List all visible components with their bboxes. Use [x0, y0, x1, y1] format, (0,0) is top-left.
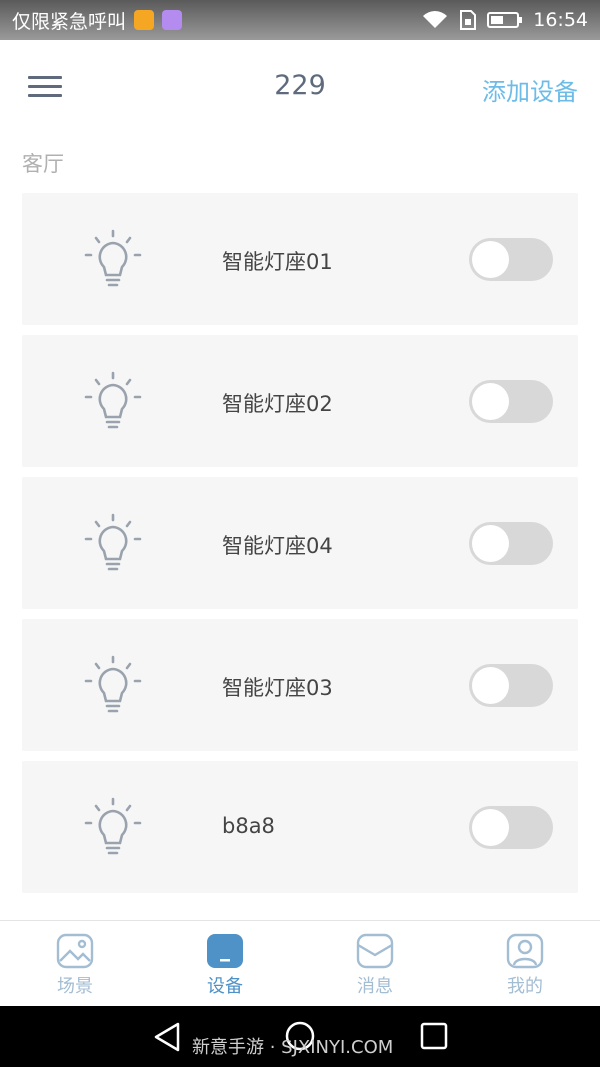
toggle-knob: [472, 241, 509, 278]
device-list: 智能灯座01 智能灯座02 智能灯座04 智能灯座03 b8a8: [22, 193, 578, 903]
device-card[interactable]: 智能灯座01: [22, 193, 578, 325]
carrier-text: 仅限紧急呼叫: [12, 10, 127, 33]
device-name: 智能灯座01: [222, 250, 333, 274]
tab-scene[interactable]: 场景: [0, 921, 150, 1006]
device-name: b8a8: [222, 814, 275, 838]
lightbulb-icon: [84, 229, 142, 287]
device-name: 智能灯座04: [222, 534, 333, 558]
device-card[interactable]: b8a8: [22, 761, 578, 893]
tab-device[interactable]: 设备: [150, 921, 300, 1006]
power-toggle[interactable]: [469, 522, 553, 565]
toggle-knob: [472, 809, 509, 846]
add-device-button[interactable]: 添加设备: [482, 72, 578, 107]
status-time: 16:54: [533, 9, 588, 31]
lightbulb-icon: [84, 797, 142, 855]
tab-message[interactable]: 消息: [300, 921, 450, 1006]
gallery-app-icon: [162, 10, 183, 30]
sim-icon: [460, 10, 477, 30]
power-toggle[interactable]: [469, 238, 553, 281]
device-name: 智能灯座03: [222, 676, 333, 700]
power-toggle[interactable]: [469, 380, 553, 423]
wifi-icon: [423, 11, 448, 28]
scene-icon: [56, 933, 94, 969]
power-toggle[interactable]: [469, 664, 553, 707]
app-header: 229 添加设备: [0, 40, 600, 136]
device-card[interactable]: 智能灯座04: [22, 477, 578, 609]
power-toggle[interactable]: [469, 806, 553, 849]
message-icon: [356, 933, 394, 969]
room-label: 客厅: [22, 152, 64, 176]
device-name: 智能灯座02: [222, 392, 333, 416]
lightbulb-icon: [84, 513, 142, 571]
back-icon[interactable]: [152, 1021, 182, 1053]
device-icon: [207, 934, 243, 968]
status-bar: 仅限紧急呼叫 16:54: [0, 0, 600, 40]
watermark-text: 新意手游 · SJXINYI.COM: [192, 1037, 394, 1058]
device-card[interactable]: 智能灯座02: [22, 335, 578, 467]
recent-apps-icon[interactable]: [420, 1022, 448, 1050]
bottom-tab-bar: 场景 设备 消息 我的: [0, 920, 600, 1006]
tab-label: 场景: [57, 976, 93, 997]
tab-label: 消息: [357, 976, 393, 997]
device-card[interactable]: 智能灯座03: [22, 619, 578, 751]
tab-label: 设备: [207, 976, 243, 997]
tab-label: 我的: [507, 976, 543, 997]
tab-profile[interactable]: 我的: [450, 921, 600, 1006]
toggle-knob: [472, 525, 509, 562]
lightbulb-icon: [84, 371, 142, 429]
toggle-knob: [472, 383, 509, 420]
notification-app-icon: [134, 10, 155, 30]
lightbulb-icon: [84, 655, 142, 713]
profile-icon: [506, 933, 544, 969]
toggle-knob: [472, 667, 509, 704]
battery-icon: [487, 12, 523, 28]
